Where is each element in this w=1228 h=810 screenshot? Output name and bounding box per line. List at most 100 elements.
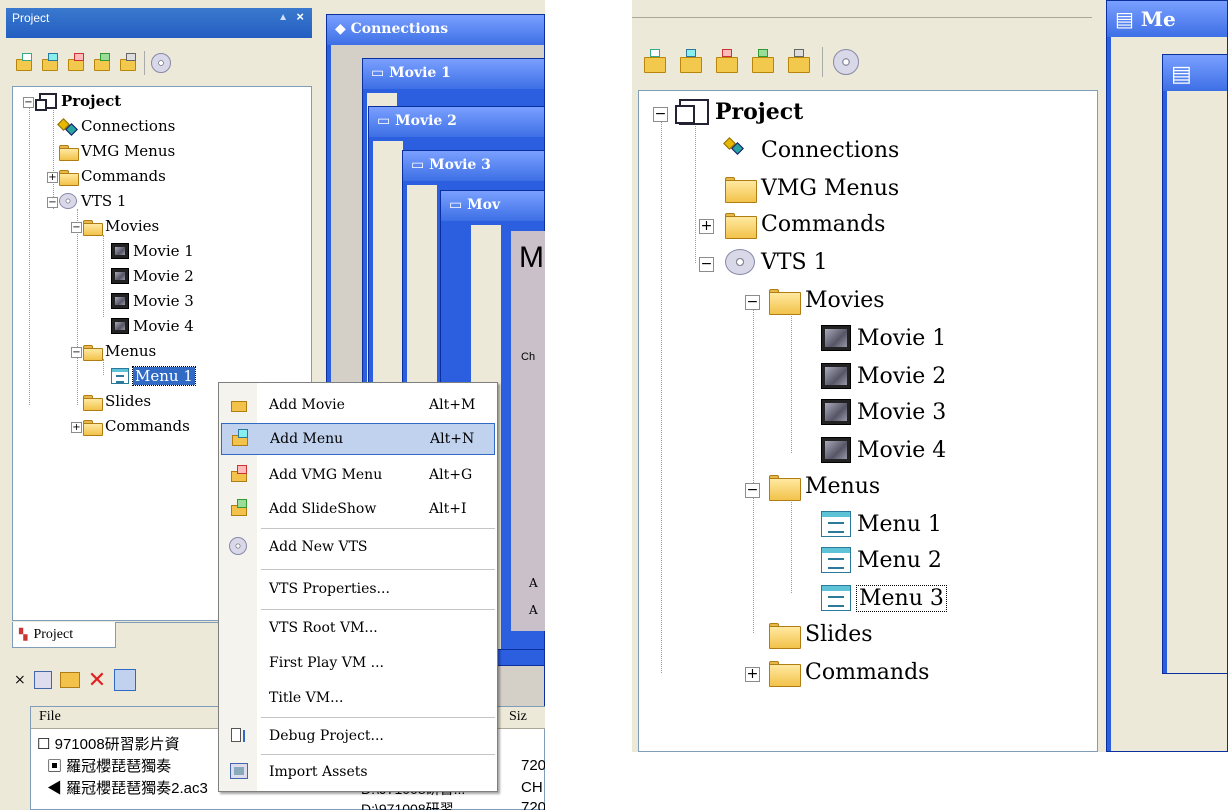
menu-item-add-movie[interactable]: Add Movie Alt+M	[221, 389, 495, 421]
add-vmg-menu-icon	[229, 465, 249, 485]
close-icon[interactable]: ×	[296, 9, 304, 24]
add-movie-icon[interactable]	[642, 49, 668, 75]
expand-commands2-toggle[interactable]: +	[745, 667, 760, 682]
expand-commands2-toggle[interactable]: +	[71, 422, 82, 433]
menu-item-add-vmg-menu[interactable]: Add VMG Menu Alt+G	[221, 459, 495, 491]
project-toolbar	[6, 40, 312, 86]
add-slideshow-icon[interactable]	[750, 49, 776, 75]
tree-node-project[interactable]: Project	[675, 99, 803, 125]
menu-window-front-title[interactable]: ▤	[1163, 55, 1227, 91]
movie1-window-title[interactable]: ▭ Movie 1	[363, 59, 544, 89]
movie-partial-window-title[interactable]: ▭ Mov	[441, 191, 544, 221]
tree-node-menu1[interactable]: Menu 1	[821, 511, 942, 537]
expand-commands-toggle[interactable]: +	[699, 219, 714, 234]
collapse-menus-toggle[interactable]: −	[71, 347, 82, 358]
dvd-disc-icon	[725, 249, 755, 275]
menu-window-back-title[interactable]: ▤ Me	[1107, 1, 1227, 37]
tree-node-movie1[interactable]: Movie 1	[821, 325, 946, 351]
add-vmg-menu-icon[interactable]	[714, 49, 740, 75]
list-item[interactable]: ☐ 971008研習影片資	[37, 733, 180, 754]
connections-window-title[interactable]: ◆ Connections	[327, 15, 544, 45]
movie2-window-title[interactable]: ▭ Movie 2	[369, 107, 544, 137]
tree-node-vmg-menus[interactable]: VMG Menus	[59, 142, 175, 161]
pin-icon[interactable]: ▲	[278, 12, 288, 23]
tree-node-vmg-menus[interactable]: VMG Menus	[725, 175, 899, 203]
menu-window-front[interactable]: ▤	[1162, 54, 1228, 674]
tree-node-commands2[interactable]: Commands	[83, 417, 190, 436]
tree-node-movies[interactable]: Movies	[83, 217, 159, 236]
tree-node-commands[interactable]: Commands	[59, 167, 166, 186]
menu-item-vts-root-vm[interactable]: VTS Root VM...	[221, 612, 495, 644]
delete-icon[interactable]: ✕	[88, 668, 106, 693]
tree-node-movie3[interactable]: Movie 3	[821, 399, 946, 425]
tree-node-menu3[interactable]: Menu 3	[821, 584, 947, 612]
collapse-menus-toggle[interactable]: −	[745, 483, 760, 498]
expand-commands-toggle[interactable]: +	[47, 172, 58, 183]
menu-item-add-slideshow[interactable]: Add SlideShow Alt+I	[221, 493, 495, 525]
asset-name: 羅冠櫻琵琶獨奏2.ac3	[66, 780, 208, 797]
add-vts-icon[interactable]	[151, 53, 171, 73]
tree-node-menu1[interactable]: Menu 1	[111, 366, 196, 386]
tree-node-movie2[interactable]: Movie 2	[111, 267, 194, 285]
tree-node-movie3[interactable]: Movie 3	[111, 292, 194, 310]
tree-node-movie1[interactable]: Movie 1	[111, 242, 194, 260]
menu-item-accel: Alt+N	[430, 431, 475, 447]
menu-item-title-vm[interactable]: Title VM...	[221, 682, 495, 714]
menu-item-import-assets[interactable]: Import Assets	[221, 756, 495, 788]
right-toolbar	[642, 40, 1082, 84]
collapse-movies-toggle[interactable]: −	[71, 222, 82, 233]
menu-item-accel: Alt+G	[429, 467, 473, 483]
tree-node-commands[interactable]: Commands	[725, 211, 885, 239]
menu-item-debug-project[interactable]: Debug Project...	[221, 720, 495, 752]
tree-node-movies[interactable]: Movies	[769, 287, 885, 315]
close-icon[interactable]: ×	[14, 672, 26, 688]
collapse-vts1-toggle[interactable]: −	[699, 257, 714, 272]
panel-icon[interactable]	[33, 671, 52, 689]
menu-item-first-play-vm[interactable]: First Play VM ...	[221, 647, 495, 679]
tab-project[interactable]: ▚ Project	[12, 622, 116, 648]
tree-node-slides[interactable]: Slides	[769, 621, 873, 649]
tree-node-connections[interactable]: Connections	[725, 137, 899, 163]
collapse-project-toggle[interactable]: −	[23, 97, 34, 108]
collapse-vts1-toggle[interactable]: −	[47, 197, 58, 208]
tree-label: Menu 2	[857, 547, 942, 573]
tree-node-movie4[interactable]: Movie 4	[111, 317, 194, 335]
tree-node-slides[interactable]: Slides	[83, 392, 151, 411]
tree-label: Connections	[81, 117, 176, 135]
asset-size: CH	[521, 779, 543, 796]
menu-item-accel: Alt+M	[429, 397, 476, 413]
movie3-window-title[interactable]: ▭ Movie 3	[403, 151, 544, 181]
collapse-movies-toggle[interactable]: −	[745, 295, 760, 310]
menu-item-add-menu[interactable]: Add Menu Alt+N	[221, 423, 495, 455]
tree-node-movie4[interactable]: Movie 4	[821, 437, 946, 463]
connections-icon	[725, 137, 755, 163]
tree-node-menus[interactable]: Menus	[769, 473, 880, 501]
view-toggle-icon[interactable]	[114, 669, 137, 691]
menu-item-add-new-vts[interactable]: Add New VTS	[221, 531, 495, 563]
open-folder-icon[interactable]	[59, 672, 80, 688]
tree-node-vts1[interactable]: VTS 1	[725, 249, 828, 275]
list-item[interactable]: ▣ 羅冠櫻琵琶獨奏	[47, 755, 171, 776]
tree-label: Movie 2	[133, 267, 194, 285]
tree-node-movie2[interactable]: Movie 2	[821, 363, 946, 389]
list-item[interactable]: ◀ 羅冠櫻琵琶獨奏2.ac3	[47, 777, 208, 798]
tree-node-project[interactable]: Project	[35, 92, 121, 112]
add-movie-icon[interactable]	[14, 53, 34, 73]
add-audio-icon[interactable]	[118, 53, 138, 73]
add-menu-icon[interactable]	[40, 53, 60, 73]
column-header-size[interactable]: Siz	[501, 707, 545, 729]
collapse-project-toggle[interactable]: −	[653, 107, 668, 122]
add-slideshow-icon[interactable]	[92, 53, 112, 73]
add-vts-icon[interactable]	[833, 49, 859, 75]
tree-node-connections[interactable]: Connections	[59, 117, 175, 135]
project-panel-titlebar[interactable]: Project ▲ ×	[6, 8, 312, 38]
tree-node-commands2[interactable]: Commands	[769, 659, 929, 687]
tree-node-menu2[interactable]: Menu 2	[821, 547, 942, 573]
add-audio-icon[interactable]	[786, 49, 812, 75]
add-menu-icon[interactable]	[678, 49, 704, 75]
tree-node-vts1[interactable]: VTS 1	[59, 192, 126, 210]
tree-node-menus[interactable]: Menus	[83, 342, 156, 361]
menu-item-vts-properties[interactable]: VTS Properties...	[221, 573, 495, 605]
tree-label: Movie 1	[133, 242, 194, 260]
add-vmg-menu-icon[interactable]	[66, 53, 86, 73]
